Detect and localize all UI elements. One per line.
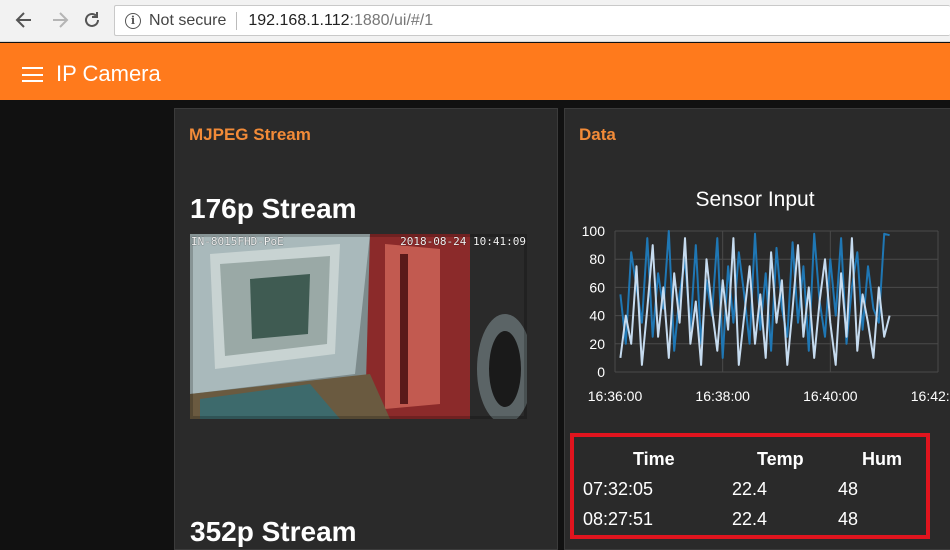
y-tick-label: 20 (589, 336, 605, 352)
table-header-temp: Temp (757, 449, 804, 469)
table-cell-time: 08:27:51 (583, 509, 654, 529)
sensor-table: Time Temp Hum 07:32:05 22.4 48 08:27:51 … (570, 433, 930, 539)
mjpeg-stream-card: MJPEG Stream 176p Stream IN-8015FHD-PoE … (174, 108, 558, 550)
camera-stream-image: IN-8015FHD-PoE 2018-08-24 10:41:09 (190, 234, 527, 419)
back-button[interactable] (10, 6, 38, 34)
table-cell-temp: 22.4 (732, 509, 768, 529)
url-path: :1880/ui/#/1 (349, 11, 434, 29)
stream-352-heading: 352p Stream (190, 516, 357, 547)
address-divider (236, 11, 238, 30)
stream-176-heading: 176p Stream (190, 193, 357, 224)
url-host: 192.168.1.112 (248, 11, 350, 29)
security-label: Not secure (149, 11, 227, 29)
table-cell-temp: 22.4 (732, 479, 768, 499)
x-tick-label: 16:36:00 (588, 388, 643, 404)
data-card: Data Sensor Input 100 80 60 40 20 0 16:36:00 16:… (564, 108, 950, 550)
back-arrow-icon (15, 12, 31, 28)
table-header-hum: Hum (862, 449, 902, 469)
browser-toolbar: i Not secure 192.168.1.112:1880/ui/#/1 (0, 0, 950, 42)
x-tick-label: 16:38:00 (695, 388, 750, 404)
y-tick-label: 80 (589, 251, 605, 267)
chart-title: Sensor Input (695, 188, 814, 211)
y-tick-label: 0 (597, 364, 605, 380)
app-title: IP Camera (56, 61, 161, 86)
hamburger-menu-icon[interactable] (22, 67, 43, 82)
table-header-time: Time (633, 449, 675, 469)
x-tick-label: 16:40:00 (803, 388, 858, 404)
app-toolbar: IP Camera (0, 43, 950, 100)
y-tick-label: 60 (589, 279, 605, 295)
y-tick-label: 40 (589, 308, 605, 324)
reload-icon (85, 12, 99, 27)
x-tick-label: 16:42:00 (911, 388, 950, 404)
series-line-2 (619, 237, 891, 366)
info-icon[interactable]: i (125, 12, 141, 29)
table-cell-hum: 48 (838, 479, 859, 499)
camera-scene (190, 234, 527, 419)
card-title-mjpeg: MJPEG Stream (189, 125, 311, 144)
reload-button[interactable] (78, 6, 106, 34)
table-cell-hum: 48 (838, 509, 859, 529)
forward-arrow-icon (53, 12, 69, 28)
address-bar[interactable]: i Not secure 192.168.1.112:1880/ui/#/1 (114, 5, 950, 36)
sensor-input-chart: Sensor Input 100 80 60 40 20 0 16:36:00 16:38:00… (582, 188, 950, 404)
forward-button[interactable] (46, 6, 74, 34)
y-tick-label: 100 (582, 223, 606, 239)
camera-timestamp-overlay: 2018-08-24 10:41:09 (400, 235, 526, 248)
table-cell-time: 07:32:05 (583, 479, 654, 499)
camera-model-overlay: IN-8015FHD-PoE (191, 235, 284, 248)
